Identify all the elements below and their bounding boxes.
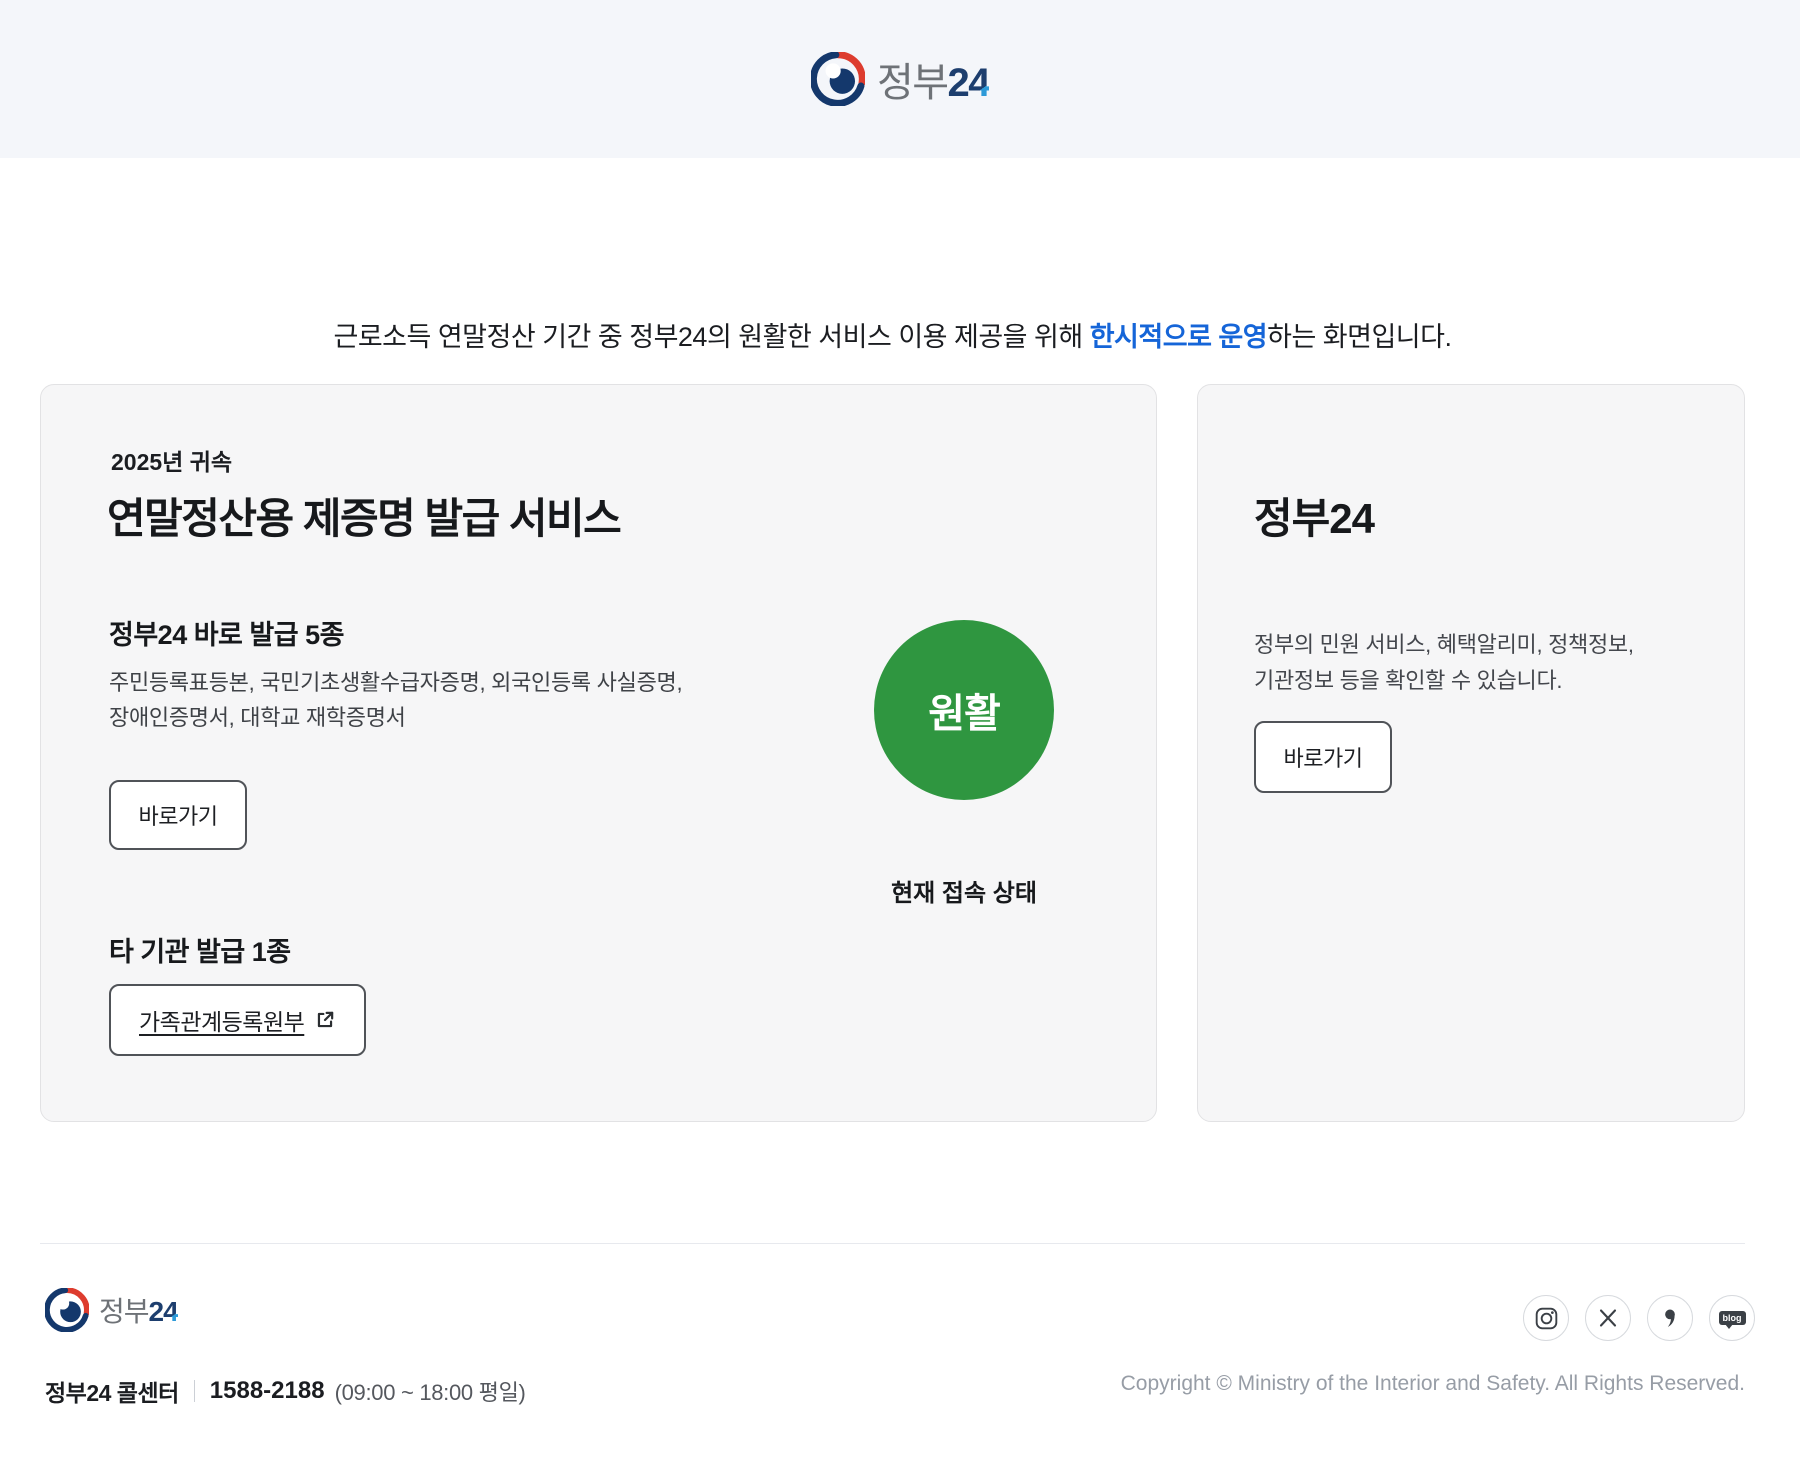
- site-header: 정부24: [0, 0, 1800, 158]
- footer-logo-text-4: 4: [163, 1296, 178, 1327]
- callcenter-label: 정부24 콜센터: [45, 1374, 179, 1408]
- intro-text-highlight: 한시적으로 운영: [1090, 322, 1267, 352]
- card-badge: 2025년 귀속: [111, 443, 232, 477]
- other-issue-heading: 타 기관 발급 1종: [109, 930, 291, 969]
- external-link-icon: [314, 1009, 336, 1031]
- taegeuk-icon: [811, 52, 865, 106]
- gov24-shortcut-button[interactable]: 바로가기: [1254, 721, 1392, 793]
- footer-logo-text: 정부24: [99, 1290, 178, 1330]
- direct-issue-heading: 정부24 바로 발급 5종: [109, 613, 344, 652]
- instagram-icon: [1535, 1307, 1558, 1330]
- family-register-link-label: 가족관계등록원부: [139, 1003, 304, 1037]
- blog-icon: blog: [1719, 1311, 1746, 1325]
- direct-issue-description-line2: 장애인증명서, 대학교 재학증명서: [109, 705, 406, 730]
- intro-text-after: 하는 화면입니다.: [1267, 322, 1451, 352]
- issuance-card-title: 연말정산용 제증명 발급 서비스: [107, 485, 620, 546]
- intro-text: 근로소득 연말정산 기간 중 정부24의 원활한 서비스 이용 제공을 위해 한…: [40, 315, 1745, 354]
- family-register-link-button[interactable]: 가족관계등록원부: [109, 984, 366, 1056]
- direct-issue-shortcut-button[interactable]: 바로가기: [109, 780, 247, 850]
- callcenter-info: 정부24 콜센터 1588-2188 (09:00 ~ 18:00 평일): [45, 1374, 526, 1408]
- footer-logo[interactable]: 정부24: [45, 1288, 178, 1332]
- social-blog-button[interactable]: blog: [1709, 1295, 1755, 1341]
- status-caption: 현재 접속 상태: [864, 873, 1064, 908]
- logo-text-2: 2: [948, 61, 969, 105]
- gov24-card-description: 정부의 민원 서비스, 혜택알리미, 정책정보, 기관정보 등을 확인할 수 있…: [1254, 627, 1634, 699]
- social-instagram-button[interactable]: [1523, 1295, 1569, 1341]
- x-icon: [1598, 1308, 1618, 1328]
- direct-issue-description: 주민등록표등본, 국민기초생활수급자증명, 외국인등록 사실증명, 장애인증명서…: [109, 665, 682, 735]
- gov24-logo[interactable]: 정부24: [811, 50, 989, 108]
- gov24-card-description-line2: 기관정보 등을 확인할 수 있습니다.: [1254, 668, 1562, 693]
- issuance-card: 2025년 귀속 연말정산용 제증명 발급 서비스 정부24 바로 발급 5종 …: [40, 384, 1157, 1122]
- gov24-card: 정부24 정부의 민원 서비스, 혜택알리미, 정책정보, 기관정보 등을 확인…: [1197, 384, 1745, 1122]
- social-kakaostory-button[interactable]: [1647, 1295, 1693, 1341]
- callcenter-separator: [194, 1380, 195, 1402]
- taegeuk-icon: [45, 1288, 89, 1332]
- copyright-text: Copyright © Ministry of the Interior and…: [1121, 1372, 1745, 1396]
- kakaostory-icon: [1661, 1307, 1679, 1329]
- social-links: blog: [1523, 1295, 1755, 1341]
- logo-text: 정부24: [877, 50, 989, 108]
- callcenter-hours: (09:00 ~ 18:00 평일): [335, 1375, 526, 1407]
- gov24-card-title: 정부24: [1254, 485, 1374, 546]
- footer-logo-text-gov: 정부: [99, 1290, 149, 1330]
- status-circle: 원활: [874, 620, 1054, 800]
- footer-logo-text-2: 2: [149, 1296, 164, 1327]
- gov24-card-description-line1: 정부의 민원 서비스, 혜택알리미, 정책정보,: [1254, 632, 1634, 657]
- footer-divider: [40, 1243, 1745, 1244]
- social-x-button[interactable]: [1585, 1295, 1631, 1341]
- status-label: 원활: [928, 681, 1000, 739]
- logo-text-gov: 정부: [877, 50, 948, 108]
- direct-issue-description-line1: 주민등록표등본, 국민기초생활수급자증명, 외국인등록 사실증명,: [109, 670, 682, 695]
- intro-text-before: 근로소득 연말정산 기간 중 정부24의 원활한 서비스 이용 제공을 위해: [333, 322, 1089, 352]
- logo-text-4: 4: [968, 61, 989, 105]
- callcenter-phone: 1588-2188: [210, 1377, 325, 1405]
